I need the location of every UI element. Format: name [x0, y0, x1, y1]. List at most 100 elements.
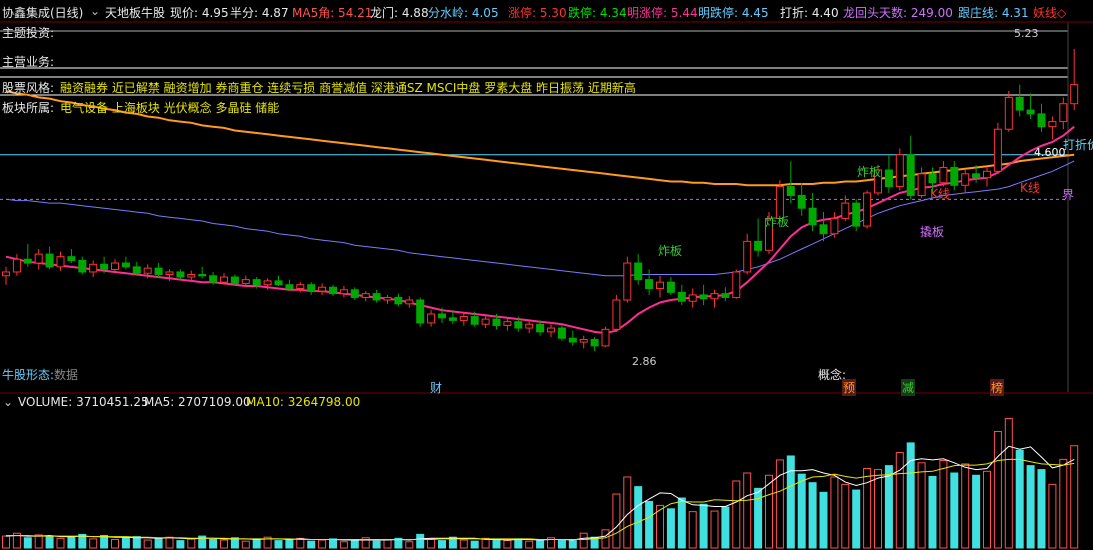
- volume-bar: [579, 532, 588, 549]
- candle-body: [405, 299, 414, 305]
- sticky-board-label: 撬板: [920, 225, 945, 239]
- volume-bar: [884, 465, 893, 549]
- candle-body: [329, 286, 337, 295]
- volume-bar: [634, 486, 643, 549]
- candle-body: [56, 256, 65, 268]
- volume-bar: [209, 538, 218, 549]
- dropdown-chevron-icon[interactable]: ⌄: [90, 4, 100, 18]
- volume-bar: [972, 474, 981, 549]
- next-limit-up-label: 明涨停: 5.44: [627, 6, 698, 20]
- candle-body: [993, 128, 1002, 172]
- volume-bar: [470, 540, 479, 549]
- volume-bar: [699, 503, 708, 549]
- candle-body: [612, 299, 621, 330]
- k-line-label-1: K线: [930, 187, 950, 201]
- candle-body: [950, 166, 959, 186]
- price-label: 现价: 4.95: [170, 6, 229, 20]
- volume-bar: [132, 536, 141, 549]
- volume-bar: [329, 538, 337, 549]
- candle-body: [906, 154, 915, 196]
- volume-bar: [1026, 465, 1035, 549]
- volume-bar: [165, 536, 174, 549]
- candle-body: [590, 339, 599, 347]
- candle-body: [754, 240, 763, 251]
- watershed-label: 分水岭: 4.05: [428, 6, 499, 20]
- candle-body: [917, 173, 926, 196]
- candle-body: [361, 293, 370, 298]
- candle-body: [1059, 103, 1068, 123]
- candle-body: [45, 253, 54, 268]
- candle-body: [1048, 121, 1057, 128]
- candle-body: [961, 173, 970, 186]
- volume-bar: [874, 469, 882, 549]
- blow-board-label-3: 炸板: [857, 165, 882, 179]
- candle-body: [187, 274, 196, 278]
- volume-bar: [808, 482, 817, 549]
- candle-body: [656, 281, 664, 290]
- volume-bar: [416, 533, 425, 549]
- candle-body: [601, 328, 610, 347]
- candle-body: [547, 327, 555, 333]
- indicator-name[interactable]: 天地板牛股: [105, 4, 165, 21]
- moving-average-lines: [5, 90, 1075, 335]
- candle-body: [165, 271, 174, 276]
- candle-body: [699, 294, 708, 300]
- candle-body: [459, 316, 468, 321]
- volume-bar: [895, 452, 904, 549]
- candle-body: [470, 316, 479, 325]
- volume-bar: [187, 538, 196, 549]
- indicator-title-bar: 协鑫集成(日线) ⌄ 天地板牛股 现价: 4.95 半分: 4.87 MA5角:…: [0, 0, 1093, 22]
- volume-ma5-label: MA5: 2707109.00: [144, 395, 251, 409]
- volume-bar: [23, 537, 32, 549]
- candle-body: [100, 263, 109, 270]
- candle-body: [78, 259, 87, 273]
- volume-bar: [1048, 483, 1057, 549]
- volume-bar: [710, 510, 719, 549]
- sector-label: 板块所属:: [2, 101, 55, 115]
- discount-label: 打折: 4.40: [780, 6, 839, 20]
- volume-bar: [34, 534, 43, 549]
- high-price-label: 5.23: [1014, 27, 1039, 40]
- ma5-angle-label: MA5角: 54.21: [292, 6, 373, 20]
- form-label: 牛股形态:: [2, 368, 55, 382]
- marker-bang: 榜: [990, 379, 1005, 396]
- candle-body: [525, 323, 534, 329]
- boundary-text: 界: [1062, 188, 1075, 202]
- candle-body: [372, 293, 381, 301]
- marker-jian: 减: [901, 379, 916, 396]
- limit-up-label: 涨停: 5.30: [508, 6, 567, 20]
- style-label: 股票风格:: [2, 81, 55, 95]
- volume-bar: [45, 536, 54, 549]
- volume-bar: [220, 539, 228, 549]
- dragon-gate-label: 龙门: 4.88: [370, 6, 429, 20]
- sector-text: 电气设备 上海板块 光伏概念 多晶硅 储能: [60, 101, 280, 115]
- volume-collapse-icon[interactable]: ⌄: [3, 395, 13, 409]
- volume-bar: [830, 476, 839, 549]
- volume-bar: [950, 472, 959, 549]
- volume-bar: [677, 497, 686, 549]
- candle-body: [830, 217, 839, 235]
- volume-bar: [100, 535, 109, 549]
- candle-body: [394, 296, 403, 305]
- candle-body: [427, 313, 436, 324]
- candle-body: [710, 293, 719, 300]
- candle-body: [928, 173, 937, 184]
- candle-body: [939, 166, 948, 184]
- volume-indicator-bar: ⌄ VOLUME: 3710451.25 MA5: 2707109.00 MA1…: [0, 395, 1093, 411]
- main-business-label: 主营业务:: [2, 55, 55, 69]
- blow-board-label-1: 炸板: [658, 244, 683, 258]
- candle-body: [448, 317, 457, 321]
- candle-body: [819, 224, 828, 235]
- follow-line-label: 跟庄线: 4.31: [958, 6, 1029, 20]
- volume-bar: [383, 538, 392, 549]
- volume-bar: [961, 463, 970, 549]
- volume-bars: [2, 417, 1079, 549]
- volume-bar: [2, 535, 10, 549]
- candle-body: [623, 262, 632, 301]
- volume-bar: [252, 538, 261, 549]
- volume-bar: [601, 529, 610, 549]
- candle-body: [514, 321, 523, 329]
- next-limit-down-label: 明跌停: 4.45: [698, 6, 769, 20]
- volume-bar: [939, 460, 948, 549]
- volume-bar: [1059, 458, 1068, 549]
